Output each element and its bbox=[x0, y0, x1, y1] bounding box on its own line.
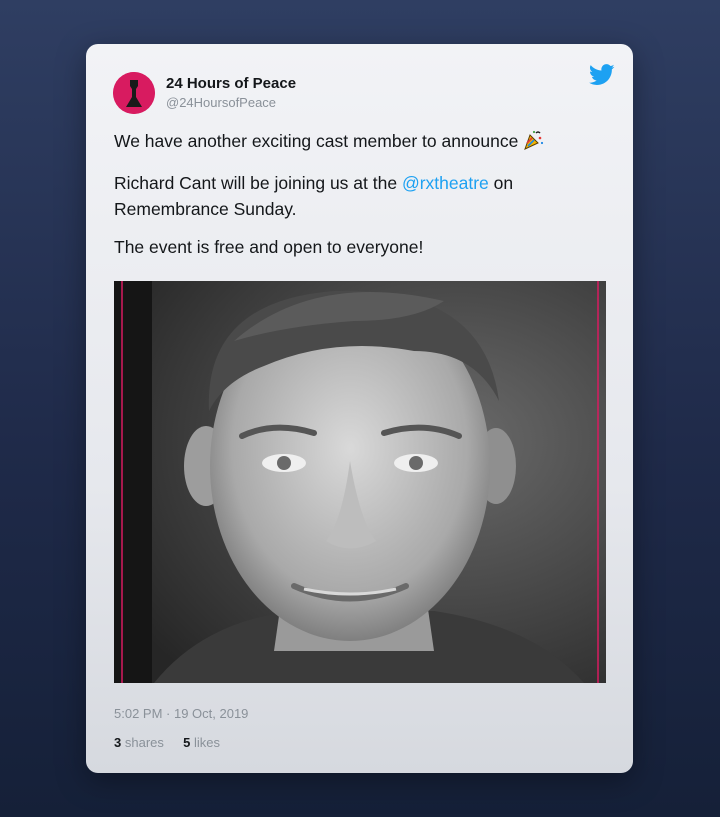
author-avatar[interactable] bbox=[113, 72, 155, 114]
tweet-card: 24 Hours of Peace @24HoursofPeace We hav… bbox=[86, 44, 633, 773]
tweet-paragraph: We have another exciting cast member to … bbox=[114, 128, 609, 158]
tweet-timestamp[interactable]: 5:02 PM · 19 Oct, 2019 bbox=[114, 706, 248, 721]
avatar-logo-icon bbox=[113, 72, 155, 114]
tweet-text-line: The event is free and open to everyone! bbox=[114, 237, 424, 257]
tweet-body: We have another exciting cast member to … bbox=[114, 128, 609, 272]
portrait-image bbox=[114, 281, 606, 683]
tweet-stats: 3 shares 5 likes bbox=[114, 735, 220, 750]
author-name[interactable]: 24 Hours of Peace bbox=[166, 75, 296, 92]
author-handle[interactable]: @24HoursofPeace bbox=[166, 95, 276, 110]
mention-link[interactable]: @rxtheatre bbox=[402, 173, 489, 193]
likes-count[interactable]: 5 bbox=[183, 735, 190, 750]
party-popper-icon bbox=[522, 129, 544, 158]
tweet-paragraph: Richard Cant will be joining us at the @… bbox=[114, 170, 609, 222]
tweet-text-line: Richard Cant will be joining us at the bbox=[114, 173, 402, 193]
shares-label[interactable]: shares bbox=[125, 735, 164, 750]
tweet-text-line: We have another exciting cast member to … bbox=[114, 131, 519, 151]
twitter-bird-icon[interactable] bbox=[588, 64, 615, 86]
tweet-paragraph: The event is free and open to everyone! bbox=[114, 234, 609, 260]
likes-label[interactable]: likes bbox=[194, 735, 220, 750]
shares-count[interactable]: 3 bbox=[114, 735, 121, 750]
tweet-photo[interactable] bbox=[114, 281, 606, 683]
